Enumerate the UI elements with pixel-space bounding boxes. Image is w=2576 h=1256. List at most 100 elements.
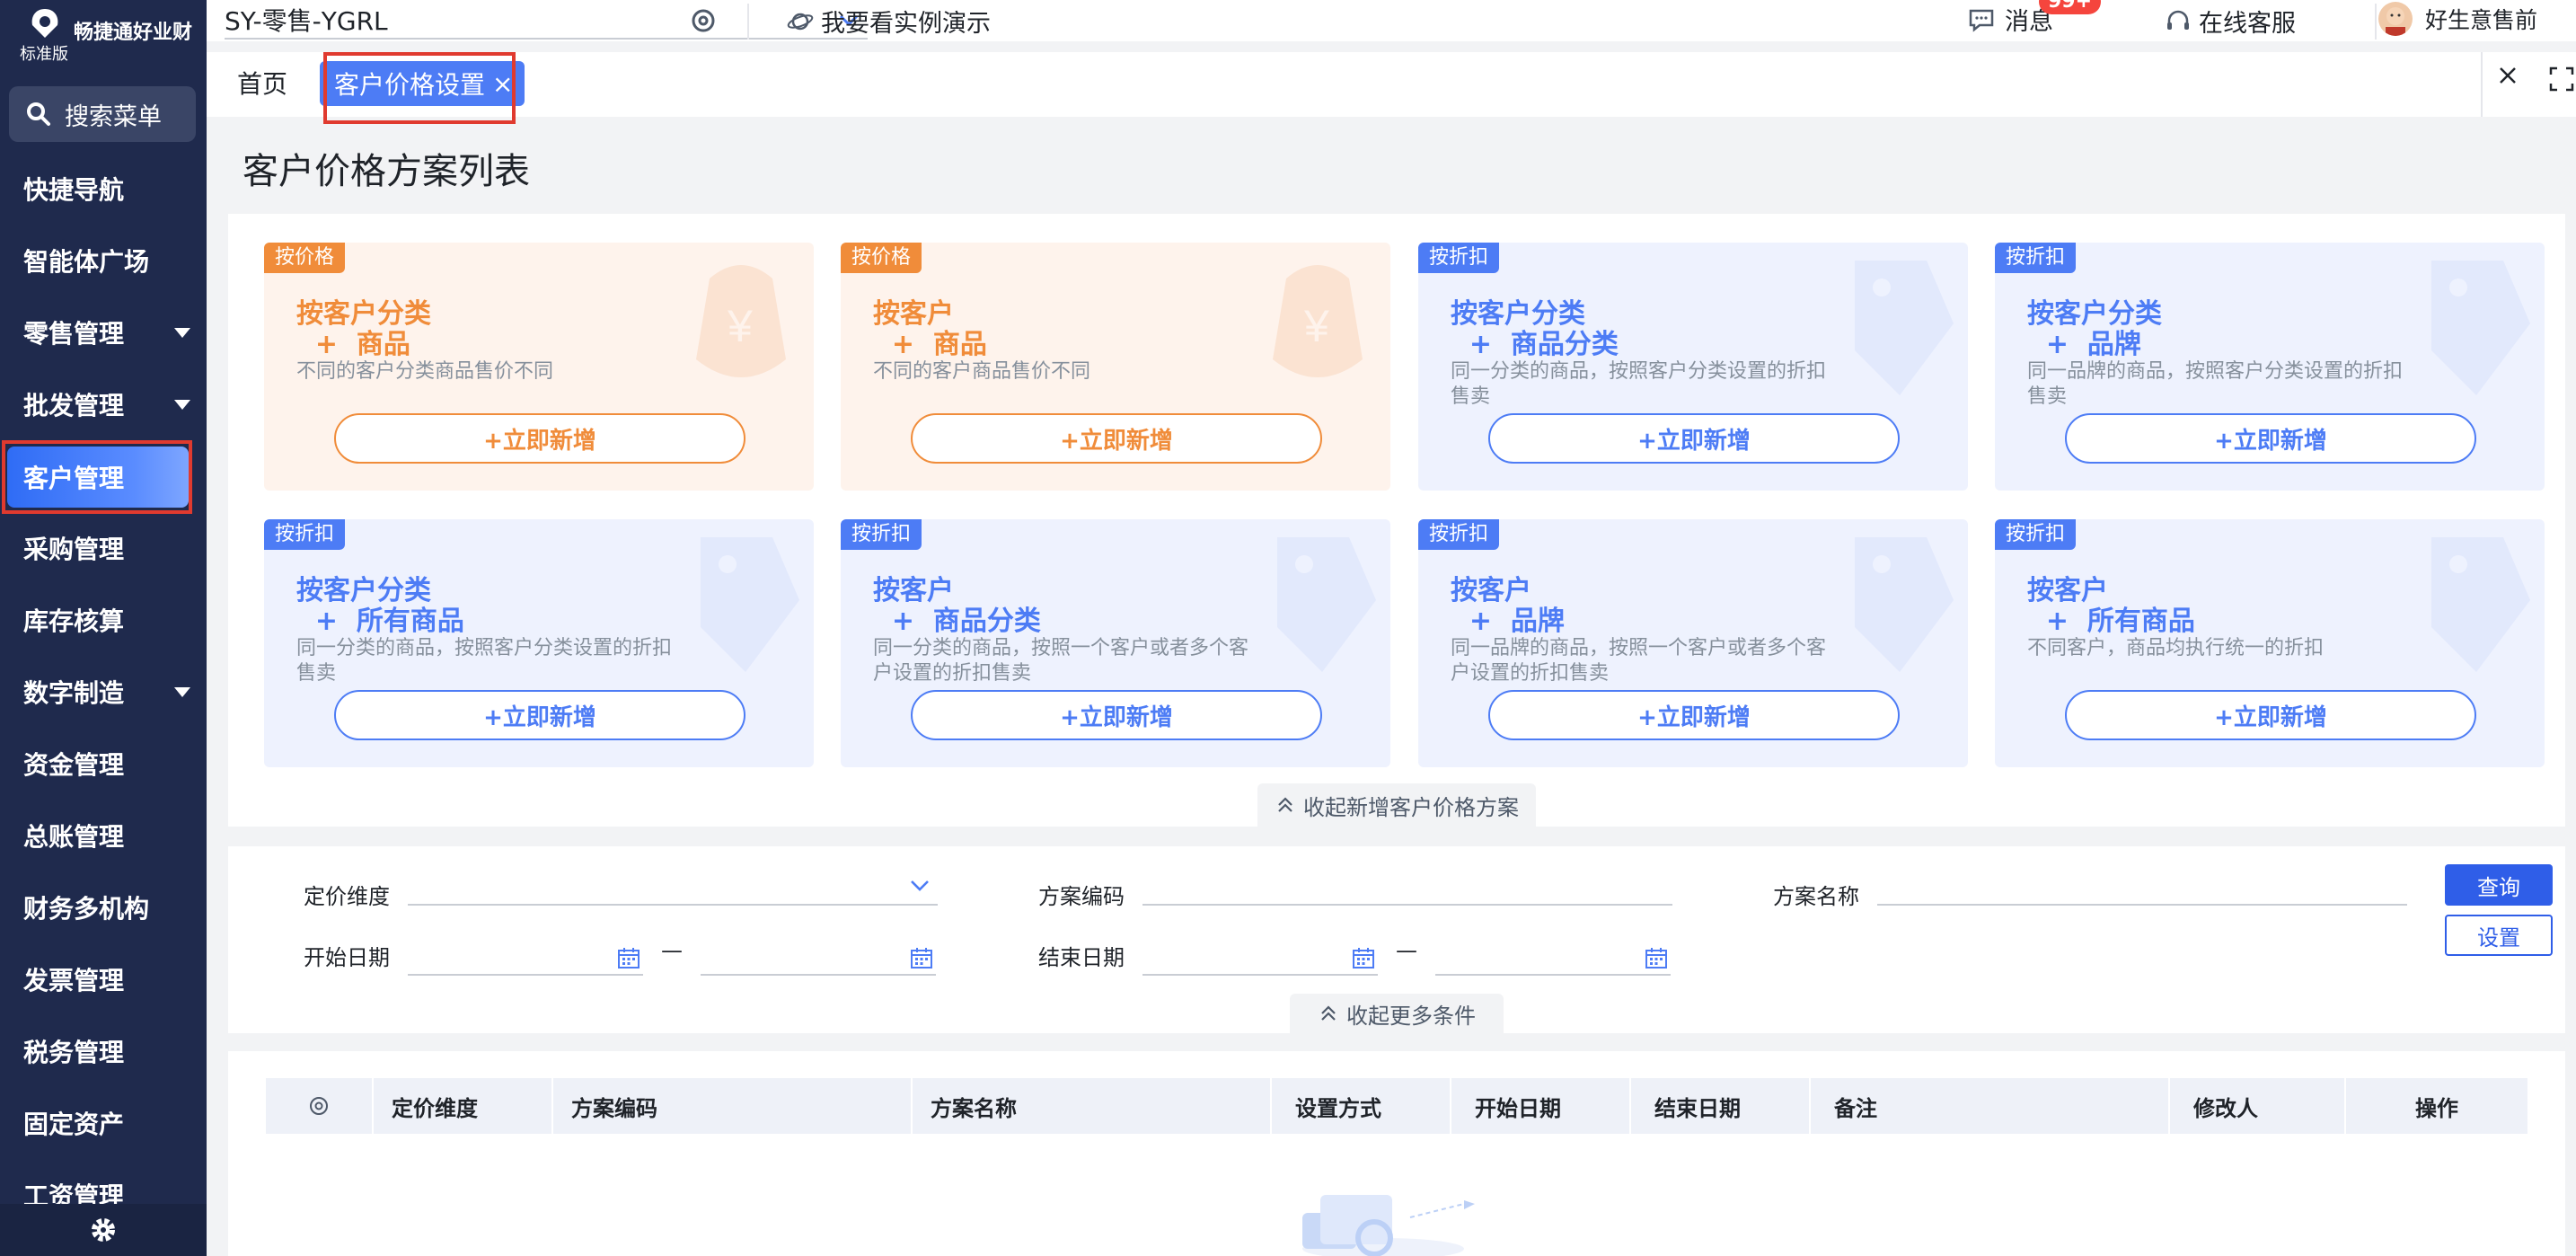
sidebar-item-fixed-assets[interactable]: 固定资产: [0, 1092, 207, 1154]
calendar-icon: [618, 948, 640, 969]
sidebar-item-purchase[interactable]: 采购管理: [0, 517, 207, 579]
org-select[interactable]: SY-零售-YGRL: [225, 2, 868, 40]
start-date-to[interactable]: [701, 938, 936, 976]
plan-card: 按折扣 按客户分类 + 品牌 同一品牌的商品，按照客户分类设置的折扣售卖 +立即…: [1995, 243, 2545, 491]
sidebar: 畅捷通好业财 标准版 搜索菜单 快捷导航 智能体广场 零售管理 批发管理 客户管…: [0, 0, 207, 1256]
sidebar-item-label: 资金管理: [23, 750, 125, 780]
column-header[interactable]: 结束日期: [1631, 1078, 1811, 1134]
page-title: 客户价格方案列表: [243, 151, 530, 192]
range-dash: —: [1396, 938, 1417, 963]
sidebar-item-quick-nav[interactable]: 快捷导航: [0, 158, 207, 219]
column-header[interactable]: 方案名称: [913, 1078, 1272, 1134]
collapse-new-label: 收起新增客户价格方案: [1303, 794, 1519, 820]
add-plan-button[interactable]: +立即新增: [1488, 690, 1900, 740]
discount-tag-icon: [1277, 537, 1376, 672]
collapse-new-plans-button[interactable]: 收起新增客户价格方案: [1257, 783, 1536, 827]
fullscreen-icon[interactable]: [2547, 65, 2576, 93]
column-settings[interactable]: [266, 1078, 374, 1134]
search-menu-label: 搜索菜单: [65, 102, 162, 131]
plan-code-input[interactable]: [1142, 868, 1672, 906]
collapse-more-conditions-button[interactable]: 收起更多条件: [1290, 994, 1504, 1033]
search-icon: [27, 102, 50, 126]
sidebar-item-label: 智能体广场: [23, 247, 150, 277]
search-menu-button[interactable]: 搜索菜单: [9, 86, 196, 142]
tab-bar: 首页 客户价格设置 ×: [207, 52, 2576, 124]
table-header: 定价维度 方案编码 方案名称 设置方式 开始日期 结束日期 备注 修改人 操作: [266, 1078, 2527, 1134]
sidebar-item-agent-square[interactable]: 智能体广场: [0, 230, 207, 291]
add-plan-button[interactable]: +立即新增: [911, 690, 1322, 740]
sidebar-item-manufacturing[interactable]: 数字制造: [0, 661, 207, 722]
divider: [2375, 4, 2377, 40]
sidebar-item-label: 发票管理: [23, 966, 125, 995]
planet-icon: [787, 13, 814, 30]
plan-description: 同一分类的商品，按照一个客户或者多个客户设置的折扣售卖: [873, 637, 1249, 685]
end-date-from[interactable]: [1142, 938, 1378, 976]
demo-link[interactable]: 我要看实例演示: [787, 4, 991, 39]
plan-title-line2: + 商品: [296, 329, 410, 360]
sidebar-item-multi-org[interactable]: 财务多机构: [0, 877, 207, 938]
discount-tag-icon: [2431, 261, 2530, 395]
column-header[interactable]: 方案编码: [553, 1078, 913, 1134]
add-plan-button[interactable]: +立即新增: [2065, 690, 2476, 740]
svg-text:¥: ¥: [1303, 301, 1329, 351]
top-bar: SY-零售-YGRL 我要看实例演示 消息 99+ 在线客服 好生意售前: [207, 0, 2576, 41]
pricing-dimension-label: 定价维度: [304, 884, 390, 909]
sidebar-item-wholesale[interactable]: 批发管理: [0, 374, 207, 435]
add-plan-button[interactable]: +立即新增: [911, 413, 1322, 464]
column-header[interactable]: 修改人: [2170, 1078, 2346, 1134]
setting-button[interactable]: 设置: [2445, 915, 2553, 956]
sidebar-item-funds[interactable]: 资金管理: [0, 733, 207, 794]
add-plan-button[interactable]: +立即新增: [1488, 413, 1900, 464]
plan-card: 按折扣 按客户分类 + 商品分类 同一分类的商品，按照客户分类设置的折扣售卖 +…: [1418, 243, 1968, 491]
online-service-label: 在线客服: [2199, 10, 2296, 38]
plan-type-tag: 按折扣: [1418, 243, 1500, 273]
sidebar-item-invoice[interactable]: 发票管理: [0, 949, 207, 1010]
plan-description: 同一分类的商品，按照客户分类设置的折扣售卖: [296, 637, 673, 685]
column-header[interactable]: 开始日期: [1451, 1078, 1631, 1134]
sidebar-item-label: 快捷导航: [23, 175, 125, 205]
add-plan-button[interactable]: +立即新增: [334, 413, 745, 464]
plan-title-line2: + 商品分类: [873, 606, 1041, 637]
column-header[interactable]: 备注: [1811, 1078, 2170, 1134]
pricing-dimension-select[interactable]: [408, 868, 938, 906]
caret-down-icon: [174, 687, 190, 697]
highlight-frame: [323, 52, 516, 124]
org-select-value: SY-零售-YGRL: [225, 6, 388, 36]
discount-tag-icon: [1855, 261, 1954, 395]
end-date-label: 结束日期: [1038, 945, 1125, 970]
plan-title-line2: + 品牌: [2027, 329, 2141, 360]
query-button[interactable]: 查询: [2445, 864, 2553, 906]
plan-title-line2: + 所有商品: [296, 606, 464, 637]
start-date-from[interactable]: [408, 938, 643, 976]
headset-icon: [2167, 10, 2189, 30]
tab-home[interactable]: 首页: [237, 65, 287, 101]
app-logo[interactable]: 畅捷通好业财 标准版: [18, 5, 207, 64]
plan-cards-panel: ¥ 按价格 按客户分类 + 商品 不同的客户分类商品售价不同 +立即新增 ¥ 按…: [228, 214, 2565, 827]
plan-code-label: 方案编码: [1038, 884, 1125, 909]
sidebar-item-ledger[interactable]: 总账管理: [0, 805, 207, 866]
column-header[interactable]: 操作: [2346, 1078, 2527, 1134]
online-service-button[interactable]: 在线客服: [2165, 4, 2296, 39]
highlight-frame: [2, 440, 192, 514]
caret-down-icon: [174, 400, 190, 410]
close-all-tabs-icon[interactable]: [2493, 61, 2522, 90]
user-menu[interactable]: 好生意售前: [2378, 2, 2537, 36]
discount-tag-icon: [1855, 537, 1954, 672]
plan-name-input[interactable]: [1877, 868, 2407, 906]
add-plan-button[interactable]: +立即新增: [334, 690, 745, 740]
add-plan-button[interactable]: +立即新增: [2065, 413, 2476, 464]
sidebar-item-retail[interactable]: 零售管理: [0, 302, 207, 363]
sidebar-item-label: 批发管理: [23, 391, 125, 420]
sidebar-item-inventory[interactable]: 库存核算: [0, 589, 207, 650]
column-header[interactable]: 设置方式: [1272, 1078, 1451, 1134]
divider: [747, 4, 749, 40]
column-header[interactable]: 定价维度: [374, 1078, 553, 1134]
sidebar-item-tax[interactable]: 税务管理: [0, 1021, 207, 1082]
settings-gear-icon[interactable]: [688, 5, 719, 36]
gear-icon[interactable]: [89, 1216, 118, 1244]
plan-card: ¥ 按价格 按客户分类 + 商品 不同的客户分类商品售价不同 +立即新增: [264, 243, 814, 491]
range-dash: —: [661, 938, 683, 963]
plan-name-label: 方案名称: [1773, 884, 1859, 909]
end-date-to[interactable]: [1435, 938, 1671, 976]
plan-description: 不同的客户商品售价不同: [873, 360, 1091, 383]
